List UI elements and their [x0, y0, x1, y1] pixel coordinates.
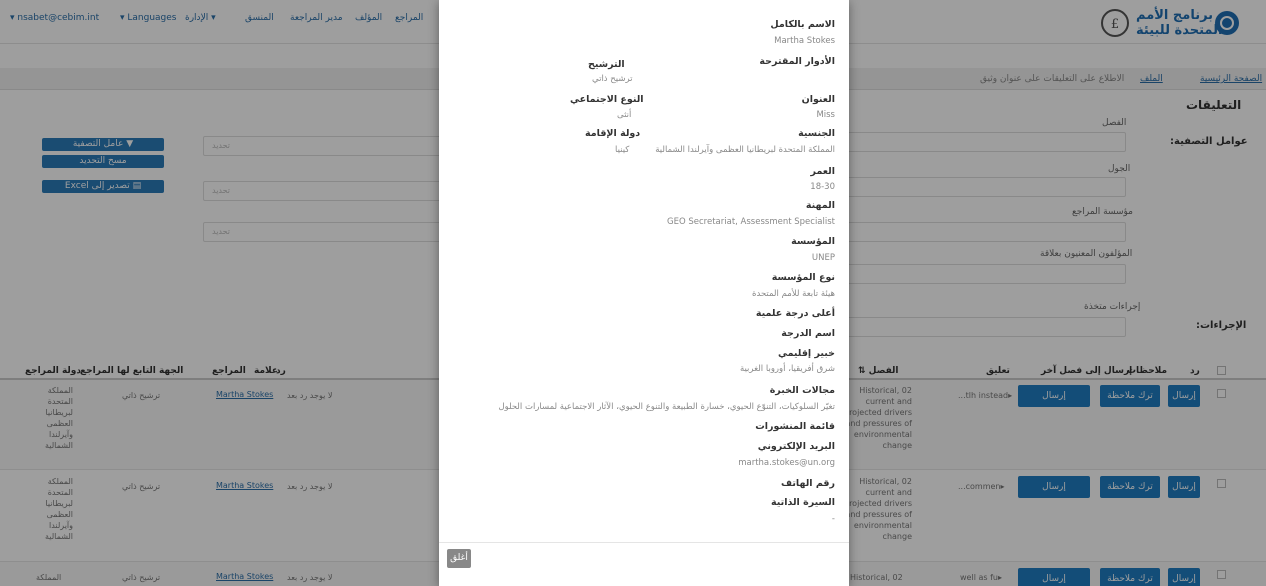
- roles-label: الأدوار المقترحة: [759, 56, 835, 67]
- cv-value: -: [831, 514, 835, 524]
- nomination-value: ترشيح ذاتي: [592, 74, 633, 84]
- phone-label: رقم الهاتف: [781, 478, 835, 489]
- title-label: العنوان: [801, 94, 835, 105]
- email-value: martha.stokes@un.org: [738, 458, 835, 468]
- profession-value: GEO Secretariat, Assessment Specialist: [667, 217, 835, 227]
- email-label: البريد الإلكتروني: [757, 441, 835, 452]
- cv-label: السيرة الذاتية: [771, 497, 835, 508]
- expertise-value: تغيّر السلوكيات، التنوّع الحيوي، خسارة ا…: [498, 402, 835, 412]
- age-value: 18-30: [810, 182, 835, 192]
- degree-name-label: اسم الدرجة: [781, 328, 835, 339]
- publications-label: قائمة المنشورات: [755, 421, 835, 432]
- title-value: Miss: [816, 110, 835, 120]
- regional-value: شرق أفريقيا، أوروبا الغربية: [739, 364, 835, 374]
- org-type-value: هيئة تابعة للأمم المتحدة: [752, 289, 835, 299]
- profession-label: المهنة: [805, 200, 835, 211]
- org-type-label: نوع المؤسسة: [771, 272, 835, 283]
- full-name-value: Martha Stokes: [774, 36, 835, 46]
- residence-label: دولة الإقامة: [585, 128, 641, 139]
- nationality-label: الجنسية: [798, 128, 835, 139]
- age-label: العمر: [810, 166, 835, 177]
- modal-footer-divider: [439, 542, 849, 543]
- close-button[interactable]: أغلق: [447, 549, 471, 568]
- org-label: المؤسسة: [791, 236, 835, 247]
- org-value: UNEP: [811, 253, 835, 263]
- reviewer-profile-modal: الاسم بالكامل Martha Stokes الأدوار المق…: [439, 0, 849, 586]
- gender-value: أنثى: [617, 110, 632, 120]
- nomination-label: الترشيح: [588, 59, 625, 70]
- regional-label: خبير إقليمي: [777, 348, 835, 359]
- gender-label: النوع الاجتماعي: [570, 94, 644, 105]
- expertise-label: مجالات الخبرة: [769, 385, 835, 396]
- degree-label: أعلى درجة علمية: [755, 308, 835, 319]
- residence-value: كينيا: [615, 145, 630, 155]
- nationality-value: المملكة المتحدة لبريطانيا العظمى وآيرلند…: [655, 145, 835, 155]
- full-name-label: الاسم بالكامل: [770, 19, 835, 30]
